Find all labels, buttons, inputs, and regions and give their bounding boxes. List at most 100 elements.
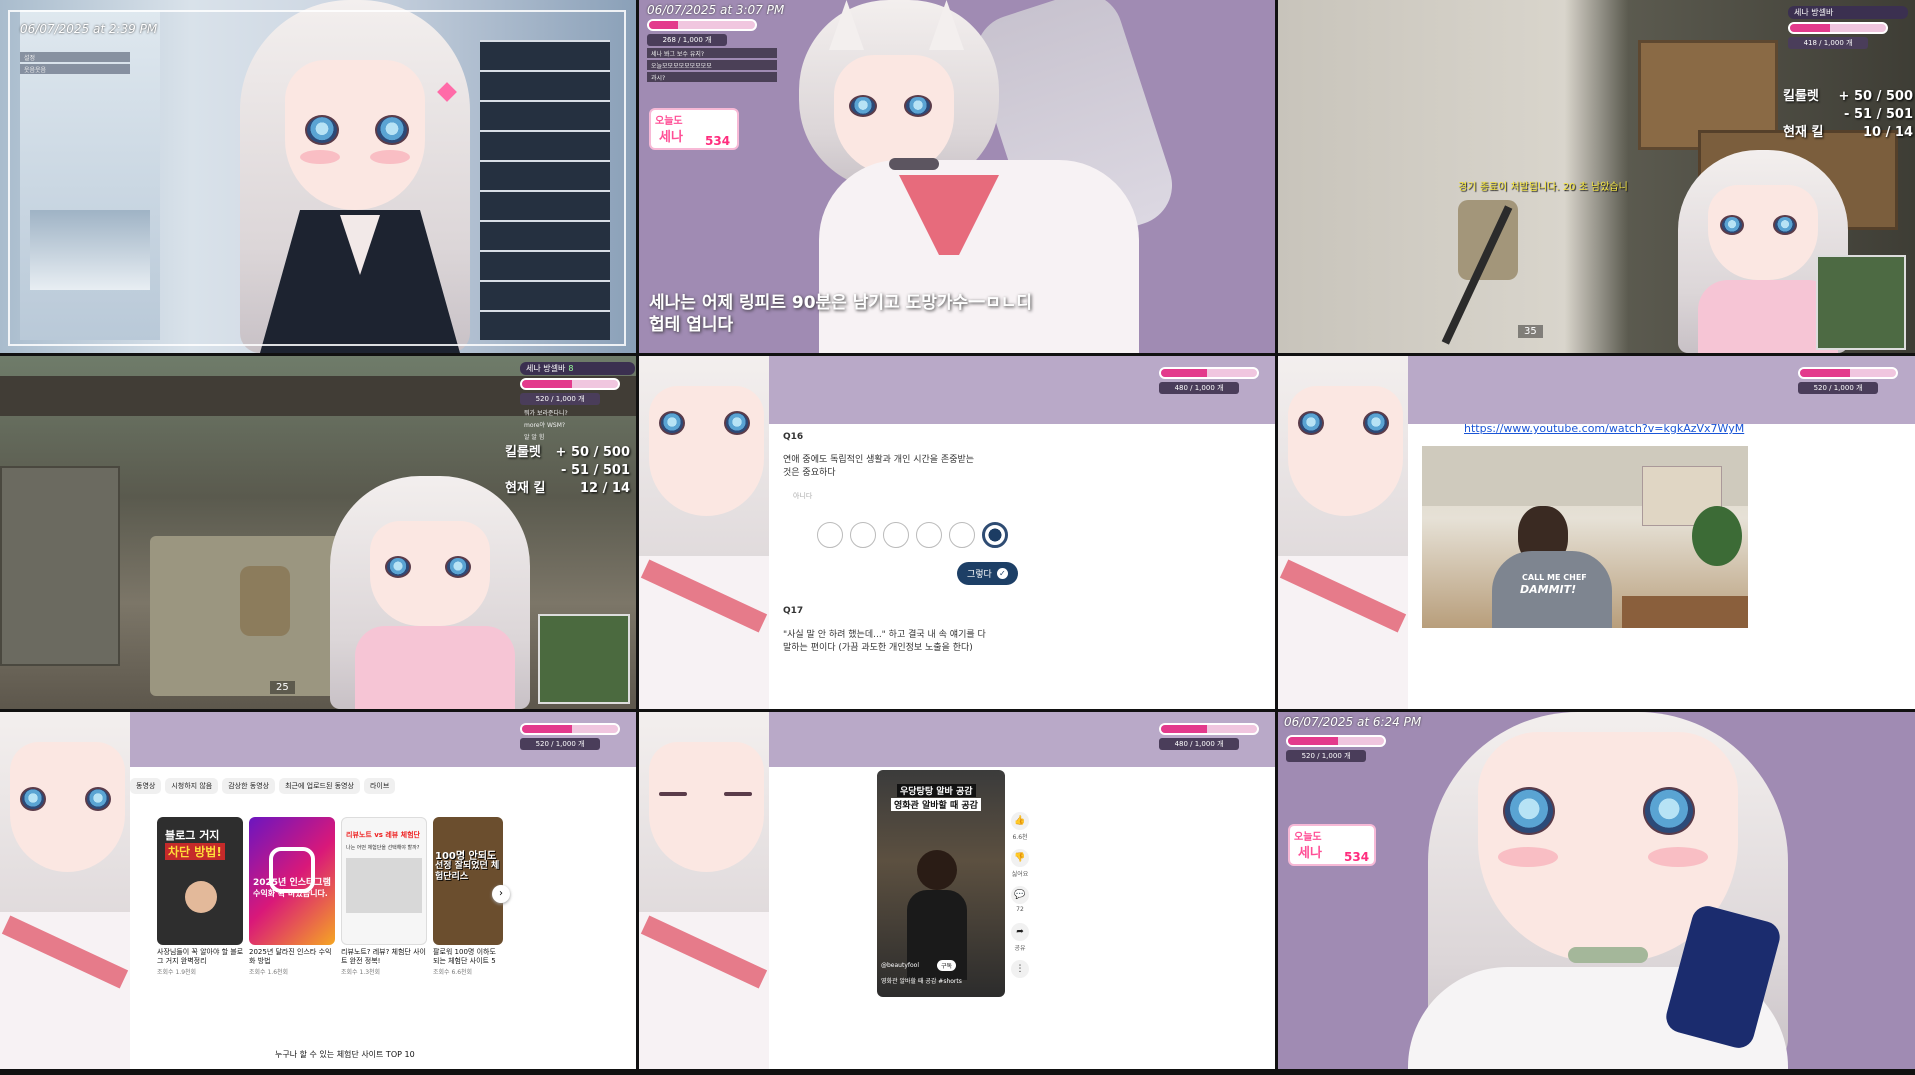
video-thumbnail[interactable]: 2025년 인스타그램 수익화 확 바꼈습니다. (249, 817, 335, 945)
subscribe-button[interactable]: 구독 (937, 960, 957, 971)
panel-2: 06/07/2025 at 3:07 PM 268 / 1,000 개 세나 봐… (639, 0, 1275, 353)
video-title[interactable]: 사장님들이 꼭 알아야 할 블로그 거지 완벽정리 (157, 948, 245, 966)
man-shirt: CALL ME CHEF DAMMIT! (1492, 551, 1612, 628)
q16-text: 연애 중에도 독립적인 생활과 개인 시간을 존중받는 (783, 455, 975, 465)
q17-text: 말하는 편이다 (가끔 과도한 개인정보 노출을 한다) (783, 643, 973, 653)
panel-9: 06/07/2025 at 6:24 PM 520 / 1,000 개 오늘도 … (1278, 712, 1915, 1069)
panel-7: 동영상 시청하지 않음 감상한 동영상 최근에 업로드된 동영상 라이브 블로그 거지 … (0, 712, 636, 1069)
like-button[interactable]: 👍 6.6천 (1011, 812, 1029, 841)
hud-title: 세나 방셀바 (1788, 6, 1908, 19)
current-kill-value: 12 / 14 (580, 481, 630, 496)
vtuber-cam (639, 356, 769, 709)
kill-minus: - 51 / 501 (1844, 107, 1913, 122)
shirt-text: DAMMIT! (1520, 583, 1577, 596)
chip[interactable]: 시청하지 않음 (165, 778, 219, 794)
goal-progress-bar (1286, 735, 1386, 747)
panel-1: 06/07/2025 at 2:39 PM 설정 웃음웃음 (0, 0, 636, 353)
comment-count: 72 (1016, 906, 1024, 913)
stream-hud: 480 / 1,000 개 (1159, 720, 1274, 750)
badge-number: 534 (705, 134, 731, 148)
blush (1648, 847, 1708, 867)
goal-progress-bar (520, 723, 620, 735)
q17-text: "사실 말 안 하려 했는데..." 하고 결국 내 속 얘기를 다 (783, 630, 986, 640)
video-views: 조회수 1.9천회 (157, 969, 197, 976)
video-card[interactable]: 2025년 인스타그램 수익화 확 바꼈습니다. 2025년 달라진 인스타 수… (249, 817, 337, 976)
counter-badge: 오늘도 세나 534 (649, 108, 739, 150)
chip[interactable]: 라이브 (363, 778, 396, 794)
subtitle-line: 세나는 어제 링피트 90분은 남기고 도망가수一ㅁㄴ디 (649, 293, 1033, 313)
video-card[interactable]: 블로그 거지 차단 방법! 사장님들이 꼭 알아야 할 블로그 거지 완벽정리 … (157, 817, 245, 976)
menu-item: 웃음웃음 (20, 64, 130, 74)
chevron-right-icon[interactable]: › (492, 885, 510, 903)
timestamp: 06/07/2025 at 2:39 PM (20, 22, 158, 36)
goal-progress-bar (1798, 367, 1898, 379)
chat-line: 뭐가 보라준다니? (524, 410, 568, 417)
video-views: 조회수 1.3천회 (341, 969, 381, 976)
goal-count: 520 / 1,000 개 (1798, 382, 1878, 394)
more-button[interactable]: ⋮ (1011, 960, 1029, 978)
thumb-text: 리뷰노트 vs 레뷰 체험단 (346, 831, 421, 839)
closed-eye (659, 792, 687, 796)
video-thumbnail[interactable]: 100명 안되도 선정 잘되었던 체험단리스 (433, 817, 503, 945)
video-views: 조회수 6.6천회 (433, 969, 473, 976)
shorts-title: 영화관 알바할 때 공감 (891, 798, 981, 811)
kill-label: 킬룰렛 (1783, 89, 1819, 104)
current-kill-value: 10 / 14 (1863, 125, 1913, 140)
kill-roulette: 킬룰렛 + 50 / 500 - 51 / 501 현재 킬 12 / 14 (505, 444, 630, 498)
hud-title: 세나 방셀바 8 (520, 362, 635, 375)
dislike-button[interactable]: 👎 싫어요 (1011, 849, 1029, 878)
chip[interactable]: 동영상 (130, 778, 162, 794)
yes-button[interactable]: 그렇다 ✓ (957, 562, 1018, 585)
timestamp: 06/07/2025 at 6:24 PM (1284, 715, 1422, 729)
video-title[interactable]: 2025년 달라진 인스타 수익화 방법 (249, 948, 337, 966)
video-player[interactable]: CALL ME CHEF DAMMIT! (1422, 446, 1748, 628)
comment-button[interactable]: 💬 72 (1011, 886, 1029, 913)
container (0, 466, 120, 666)
comment-icon: 💬 (1011, 886, 1029, 904)
goal-progress-bar (1159, 367, 1259, 379)
chip[interactable]: 최근에 업로드된 동영상 (279, 778, 360, 794)
video-thumbnail[interactable]: 리뷰노트 vs 레뷰 체험단 나는 어떤 체험단을 선택해야 할까? (341, 817, 427, 945)
video-title[interactable]: 리뷰노트? 레뷰? 체험단 사이트 완전 정복! (341, 948, 429, 966)
hud-title-text: 세나 방셀바 (526, 364, 566, 373)
thumb-text: 블로그 거지 (165, 829, 220, 842)
panel-4: 세나 방셀바 8 520 / 1,000 개 뭐가 보라준다니? more야 WS… (0, 356, 636, 709)
share-button[interactable]: ➦ 공유 (1011, 923, 1029, 952)
shorts-video[interactable]: 우당탕탕 알바 공감 영화관 알바할 때 공감 @beautyfool 구독 영… (877, 770, 1005, 997)
browser-page: https://www.youtube.com/watch?v=kgkAzVx7… (1408, 422, 1915, 709)
q17-number: Q17 (783, 606, 804, 616)
youtube-link[interactable]: https://www.youtube.com/watch?v=kgkAzVx7… (1464, 422, 1744, 435)
thumb-text: 수익화 확 바꼈습니다. (253, 889, 328, 898)
right-eye (85, 787, 111, 811)
blush (1498, 847, 1558, 867)
check-icon: ✓ (996, 568, 1008, 579)
right-eye (1363, 411, 1389, 435)
likert-option[interactable] (850, 522, 876, 548)
likert-option-selected[interactable] (982, 522, 1008, 548)
worker-head (917, 850, 957, 890)
video-card[interactable]: 리뷰노트 vs 레뷰 체험단 나는 어떤 체험단을 선택해야 할까? 리뷰노트?… (341, 817, 429, 976)
video-views: 조회수 1.6천회 (249, 969, 289, 976)
video-thumbnail[interactable]: 블로그 거지 차단 방법! (157, 817, 243, 945)
more-icon: ⋮ (1011, 960, 1029, 978)
pink-vest (355, 626, 515, 709)
backpack (240, 566, 290, 636)
likert-option[interactable] (817, 522, 843, 548)
likert-option[interactable] (916, 522, 942, 548)
minimap (1816, 255, 1906, 350)
likert-option[interactable] (949, 522, 975, 548)
thumb-text: 차단 방법! (165, 843, 225, 860)
quiz-page: Q16 연애 중에도 독립적인 생활과 개인 시간을 존중받는 것은 중요하다 … (769, 424, 1275, 709)
kill-plus: + 50 / 500 (1838, 89, 1913, 104)
channel-name[interactable]: @beautyfool (881, 962, 919, 969)
hud-title-text: 세나 방셀바 (1794, 8, 1834, 17)
share-label: 공유 (1014, 945, 1026, 952)
chip[interactable]: 감상한 동영상 (222, 778, 276, 794)
left-eye (20, 787, 46, 811)
vtuber-cam (639, 712, 769, 1069)
video-title[interactable]: 팔로워 100명 이하도 되는 체험단 사이트 5 (433, 948, 503, 966)
badge-top: 오늘도 (1294, 832, 1322, 843)
q16-number: Q16 (783, 432, 804, 442)
likert-option[interactable] (883, 522, 909, 548)
youtube-page: 동영상 시청하지 않음 감상한 동영상 최근에 업로드된 동영상 라이브 블로그 거지 … (130, 767, 636, 1069)
